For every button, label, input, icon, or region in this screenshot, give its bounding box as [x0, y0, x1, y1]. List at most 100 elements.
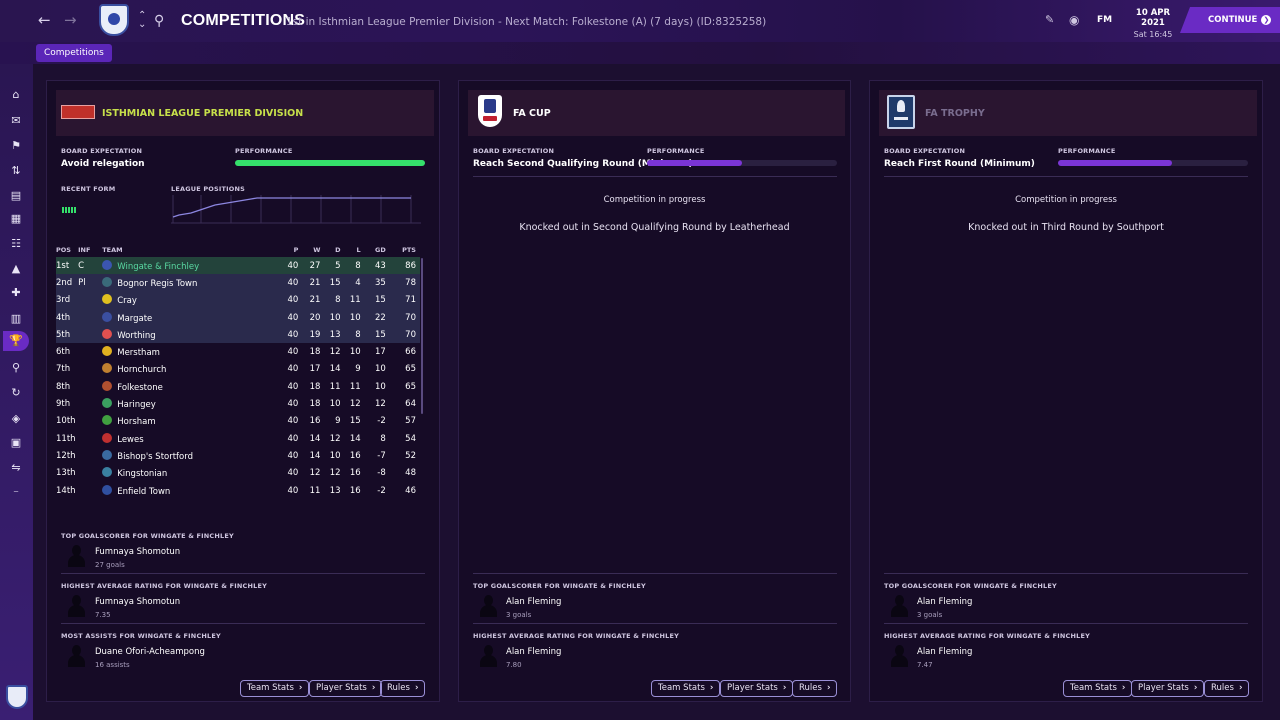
row-team[interactable]: Enfield Town [102, 482, 279, 499]
team-name[interactable]: Horsham [117, 417, 155, 427]
club-crest-icon[interactable] [99, 4, 129, 36]
col-drawn[interactable]: D [324, 243, 344, 257]
inbox-icon[interactable]: ✉ [9, 114, 23, 128]
fa-trophy-top-rating-name[interactable]: Alan Fleming [917, 647, 972, 657]
table-row[interactable]: 9th Haringey 40 18 10 12 12 64 [56, 395, 420, 412]
club-switch-icon[interactable]: ⌃ ⌄ [138, 11, 146, 30]
table-row[interactable]: 7th Hornchurch 40 17 14 9 10 65 [56, 361, 420, 378]
team-name[interactable]: Cray [117, 296, 137, 306]
table-row[interactable]: 6th Merstham 40 18 12 10 17 66 [56, 343, 420, 360]
fa-cup-top-scorer-name[interactable]: Alan Fleming [506, 597, 561, 607]
transfers-icon[interactable]: ↻ [9, 386, 23, 400]
row-team[interactable]: Horsham [102, 413, 279, 430]
team-name[interactable]: Wingate & Finchley [117, 262, 199, 272]
breadcrumb[interactable]: Competitions [36, 44, 112, 62]
squad-icon[interactable]: ⚑ [9, 139, 23, 153]
edit-icon[interactable]: ✎ [1045, 13, 1054, 26]
schedule-icon[interactable]: ▥ [9, 312, 23, 326]
league-team-stats-button[interactable]: Team Stats [240, 680, 310, 697]
staff-icon[interactable]: ☷ [9, 237, 23, 251]
col-played[interactable]: P [279, 243, 302, 257]
row-team[interactable]: Margate [102, 308, 280, 327]
reports-icon[interactable]: ▦ [9, 212, 23, 226]
col-team[interactable]: TEAM [102, 243, 279, 257]
manager-club-crest-icon[interactable] [6, 685, 28, 709]
col-won[interactable]: W [302, 243, 324, 257]
row-team[interactable]: Folkestone [102, 378, 279, 395]
data-hub-icon[interactable]: ▤ [9, 189, 23, 203]
fa-cup-team-stats-button[interactable]: Team Stats [651, 680, 721, 697]
forward-icon[interactable]: → [64, 10, 77, 30]
row-team[interactable]: Bognor Regis Town [102, 274, 280, 292]
search-icon[interactable]: ⚲ [154, 11, 164, 31]
table-row[interactable]: 1st C Wingate & Finchley 40 27 5 8 43 86 [56, 257, 420, 275]
training-icon[interactable]: ▲ [9, 262, 23, 276]
league-top-assists-name[interactable]: Duane Ofori-Acheampong [95, 647, 205, 657]
competitions-icon[interactable]: 🏆 [3, 331, 29, 351]
fa-cup-top-rating-name[interactable]: Alan Fleming [506, 647, 561, 657]
fa-cup-rules-button[interactable]: Rules [792, 680, 838, 697]
fa-trophy-team-stats-button[interactable]: Team Stats [1063, 680, 1133, 697]
table-row[interactable]: 8th Folkestone 40 18 11 11 10 65 [56, 378, 420, 395]
league-rules-button[interactable]: Rules [380, 680, 426, 697]
col-lost[interactable]: L [345, 243, 365, 257]
row-team[interactable]: Worthing [102, 326, 280, 344]
fa-trophy-top-scorer-name[interactable]: Alan Fleming [917, 597, 972, 607]
fa-trophy-rules-button[interactable]: Rules [1204, 680, 1250, 697]
table-row[interactable]: 5th Worthing 40 19 13 8 15 70 [56, 326, 420, 344]
league-top-rating-name[interactable]: Fumnaya Shomotun [95, 597, 180, 607]
col-gd[interactable]: GD [365, 243, 390, 257]
continue-button[interactable]: CONTINUE ❯ [1180, 7, 1280, 33]
team-name[interactable]: Margate [117, 314, 152, 324]
league-name[interactable]: ISTHMIAN LEAGUE PREMIER DIVISION [102, 108, 303, 119]
table-row[interactable]: 3rd Cray 40 21 8 11 15 71 [56, 291, 420, 309]
row-team[interactable]: Kingstonian [102, 465, 279, 482]
scroll-icon[interactable]: ⁻ [9, 487, 23, 501]
fa-trophy-name[interactable]: FA TROPHY [925, 108, 985, 119]
table-row[interactable]: 2nd Pl Bognor Regis Town 40 21 15 4 35 78 [56, 274, 420, 292]
row-team[interactable]: Lewes [102, 430, 279, 447]
world-icon[interactable]: ◉ [1069, 13, 1079, 27]
table-row[interactable]: 12th Bishop's Stortford 40 14 10 16 -7 52 [56, 447, 420, 464]
row-team[interactable]: Merstham [102, 343, 279, 360]
fa-cup-player-stats-button[interactable]: Player Stats [720, 680, 794, 697]
league-table-scrollbar[interactable] [421, 258, 423, 414]
fa-cup-name[interactable]: FA CUP [513, 108, 551, 119]
team-name[interactable]: Bognor Regis Town [117, 279, 197, 289]
dev-centre-icon[interactable]: ⇋ [9, 461, 23, 475]
col-pts[interactable]: PTS [390, 243, 420, 257]
table-row[interactable]: 4th Margate 40 20 10 10 22 70 [56, 308, 420, 327]
col-inf[interactable]: INF [78, 243, 102, 257]
table-row[interactable]: 13th Kingstonian 40 12 12 16 -8 48 [56, 465, 420, 482]
fm-menu[interactable]: FM [1097, 15, 1112, 25]
col-pos[interactable]: POS [56, 243, 78, 257]
row-team[interactable]: Wingate & Finchley [102, 257, 280, 275]
row-team[interactable]: Bishop's Stortford [102, 447, 279, 464]
row-drawn: 9 [335, 416, 341, 427]
finances-icon[interactable]: ▣ [9, 436, 23, 450]
league-player-stats-button[interactable]: Player Stats [309, 680, 383, 697]
club-info-icon[interactable]: ◈ [9, 412, 23, 426]
team-name[interactable]: Haringey [117, 400, 156, 410]
scouting-icon[interactable]: ⚲ [9, 361, 23, 375]
league-top-scorer-name[interactable]: Fumnaya Shomotun [95, 547, 180, 557]
team-name[interactable]: Kingstonian [117, 469, 167, 479]
table-row[interactable]: 11th Lewes 40 14 12 14 8 54 [56, 430, 420, 447]
row-team[interactable]: Hornchurch [102, 361, 279, 378]
row-team[interactable]: Cray [102, 291, 280, 309]
back-icon[interactable]: ← [38, 10, 51, 30]
team-name[interactable]: Enfield Town [117, 487, 170, 497]
team-name[interactable]: Merstham [117, 348, 160, 358]
table-row[interactable]: 14th Enfield Town 40 11 13 16 -2 46 [56, 482, 420, 499]
medical-icon[interactable]: ✚ [9, 286, 23, 300]
table-row[interactable]: 10th Horsham 40 16 9 15 -2 57 [56, 413, 420, 430]
tactics-icon[interactable]: ⇅ [9, 164, 23, 178]
team-name[interactable]: Bishop's Stortford [117, 452, 193, 462]
home-icon[interactable]: ⌂ [9, 88, 23, 102]
row-team[interactable]: Haringey [102, 395, 279, 412]
fa-trophy-player-stats-button[interactable]: Player Stats [1131, 680, 1205, 697]
team-name[interactable]: Hornchurch [117, 365, 166, 375]
team-name[interactable]: Lewes [117, 435, 143, 445]
team-name[interactable]: Folkestone [117, 383, 163, 393]
team-name[interactable]: Worthing [117, 331, 155, 341]
